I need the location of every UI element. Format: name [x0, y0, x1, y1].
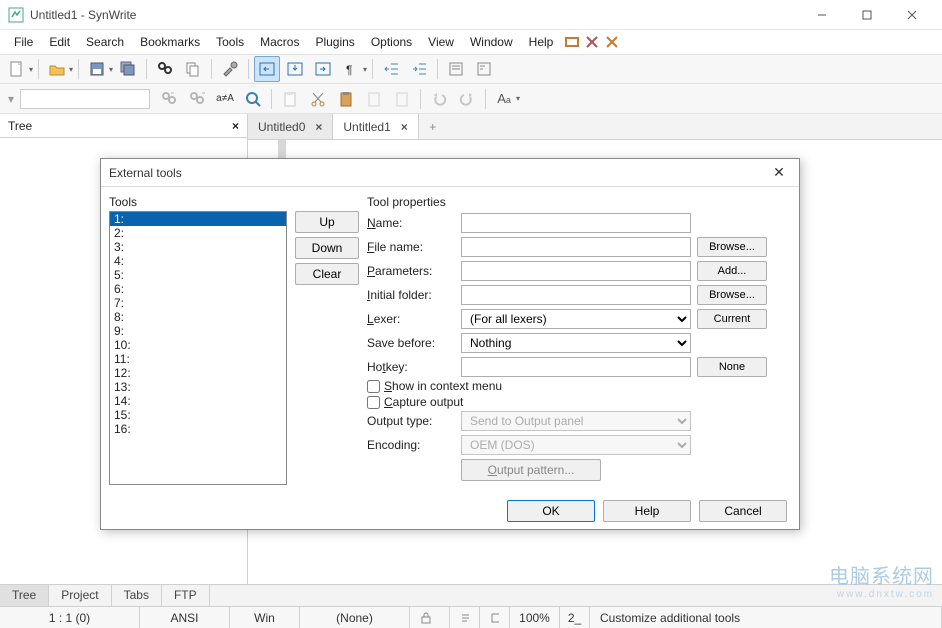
- hotkey-input[interactable]: [461, 357, 691, 377]
- tools-list-item[interactable]: 16:: [110, 422, 286, 436]
- tools-list-item[interactable]: 13:: [110, 380, 286, 394]
- tools-list-item[interactable]: 6:: [110, 282, 286, 296]
- clear-button[interactable]: Clear: [295, 263, 359, 285]
- tools-list-item[interactable]: 12:: [110, 366, 286, 380]
- save-select[interactable]: Nothing: [461, 333, 691, 353]
- filename-input[interactable]: [461, 237, 691, 257]
- ok-button[interactable]: OK: [507, 500, 595, 522]
- tools-list-item[interactable]: 15:: [110, 408, 286, 422]
- none-hotkey-button[interactable]: None: [697, 357, 767, 377]
- up-button[interactable]: Up: [295, 211, 359, 233]
- current-lexer-button[interactable]: Current: [697, 309, 767, 329]
- tools-label: Tools: [109, 195, 359, 209]
- folder-input[interactable]: [461, 285, 691, 305]
- cancel-button[interactable]: Cancel: [699, 500, 787, 522]
- browse-file-button[interactable]: Browse...: [697, 237, 767, 257]
- name-label: Name:: [367, 216, 455, 230]
- lexer-label: Lexer:: [367, 312, 455, 326]
- output-type-label: Output type:: [367, 414, 455, 428]
- save-label: Save before:: [367, 336, 455, 350]
- context-menu-checkbox[interactable]: Show in context menu: [367, 379, 791, 393]
- encoding-label: Encoding:: [367, 438, 455, 452]
- tools-list-item[interactable]: 5:: [110, 268, 286, 282]
- props-label: Tool properties: [367, 195, 791, 209]
- folder-label: Initial folder:: [367, 288, 455, 302]
- params-label: Parameters:: [367, 264, 455, 278]
- output-pattern-button: Output pattern...: [461, 459, 601, 481]
- capture-output-checkbox[interactable]: Capture output: [367, 395, 791, 409]
- output-type-select: Send to Output panel: [461, 411, 691, 431]
- tools-list-item[interactable]: 2:: [110, 226, 286, 240]
- hotkey-label: Hotkey:: [367, 360, 455, 374]
- tools-list-item[interactable]: 4:: [110, 254, 286, 268]
- tools-list-item[interactable]: 14:: [110, 394, 286, 408]
- tools-list-item[interactable]: 1:: [110, 212, 286, 226]
- lexer-select[interactable]: (For all lexers): [461, 309, 691, 329]
- add-param-button[interactable]: Add...: [697, 261, 767, 281]
- browse-folder-button[interactable]: Browse...: [697, 285, 767, 305]
- tools-list-item[interactable]: 10:: [110, 338, 286, 352]
- encoding-select: OEM (DOS): [461, 435, 691, 455]
- external-tools-dialog: External tools ✕ Tools 1:2:3:4:5:6:7:8:9…: [100, 158, 800, 530]
- tools-list-item[interactable]: 8:: [110, 310, 286, 324]
- filename-label: File name:: [367, 240, 455, 254]
- down-button[interactable]: Down: [295, 237, 359, 259]
- tools-list-item[interactable]: 11:: [110, 352, 286, 366]
- dialog-backdrop: External tools ✕ Tools 1:2:3:4:5:6:7:8:9…: [0, 0, 942, 628]
- params-input[interactable]: [461, 261, 691, 281]
- tools-list-item[interactable]: 9:: [110, 324, 286, 338]
- name-input[interactable]: [461, 213, 691, 233]
- dialog-title: External tools: [109, 166, 767, 180]
- tools-list[interactable]: 1:2:3:4:5:6:7:8:9:10:11:12:13:14:15:16:: [109, 211, 287, 485]
- dialog-close-button[interactable]: ✕: [767, 164, 791, 181]
- dialog-footer: OK Help Cancel: [101, 493, 799, 529]
- tools-list-item[interactable]: 7:: [110, 296, 286, 310]
- tools-list-item[interactable]: 3:: [110, 240, 286, 254]
- help-button[interactable]: Help: [603, 500, 691, 522]
- dialog-title-bar: External tools ✕: [101, 159, 799, 187]
